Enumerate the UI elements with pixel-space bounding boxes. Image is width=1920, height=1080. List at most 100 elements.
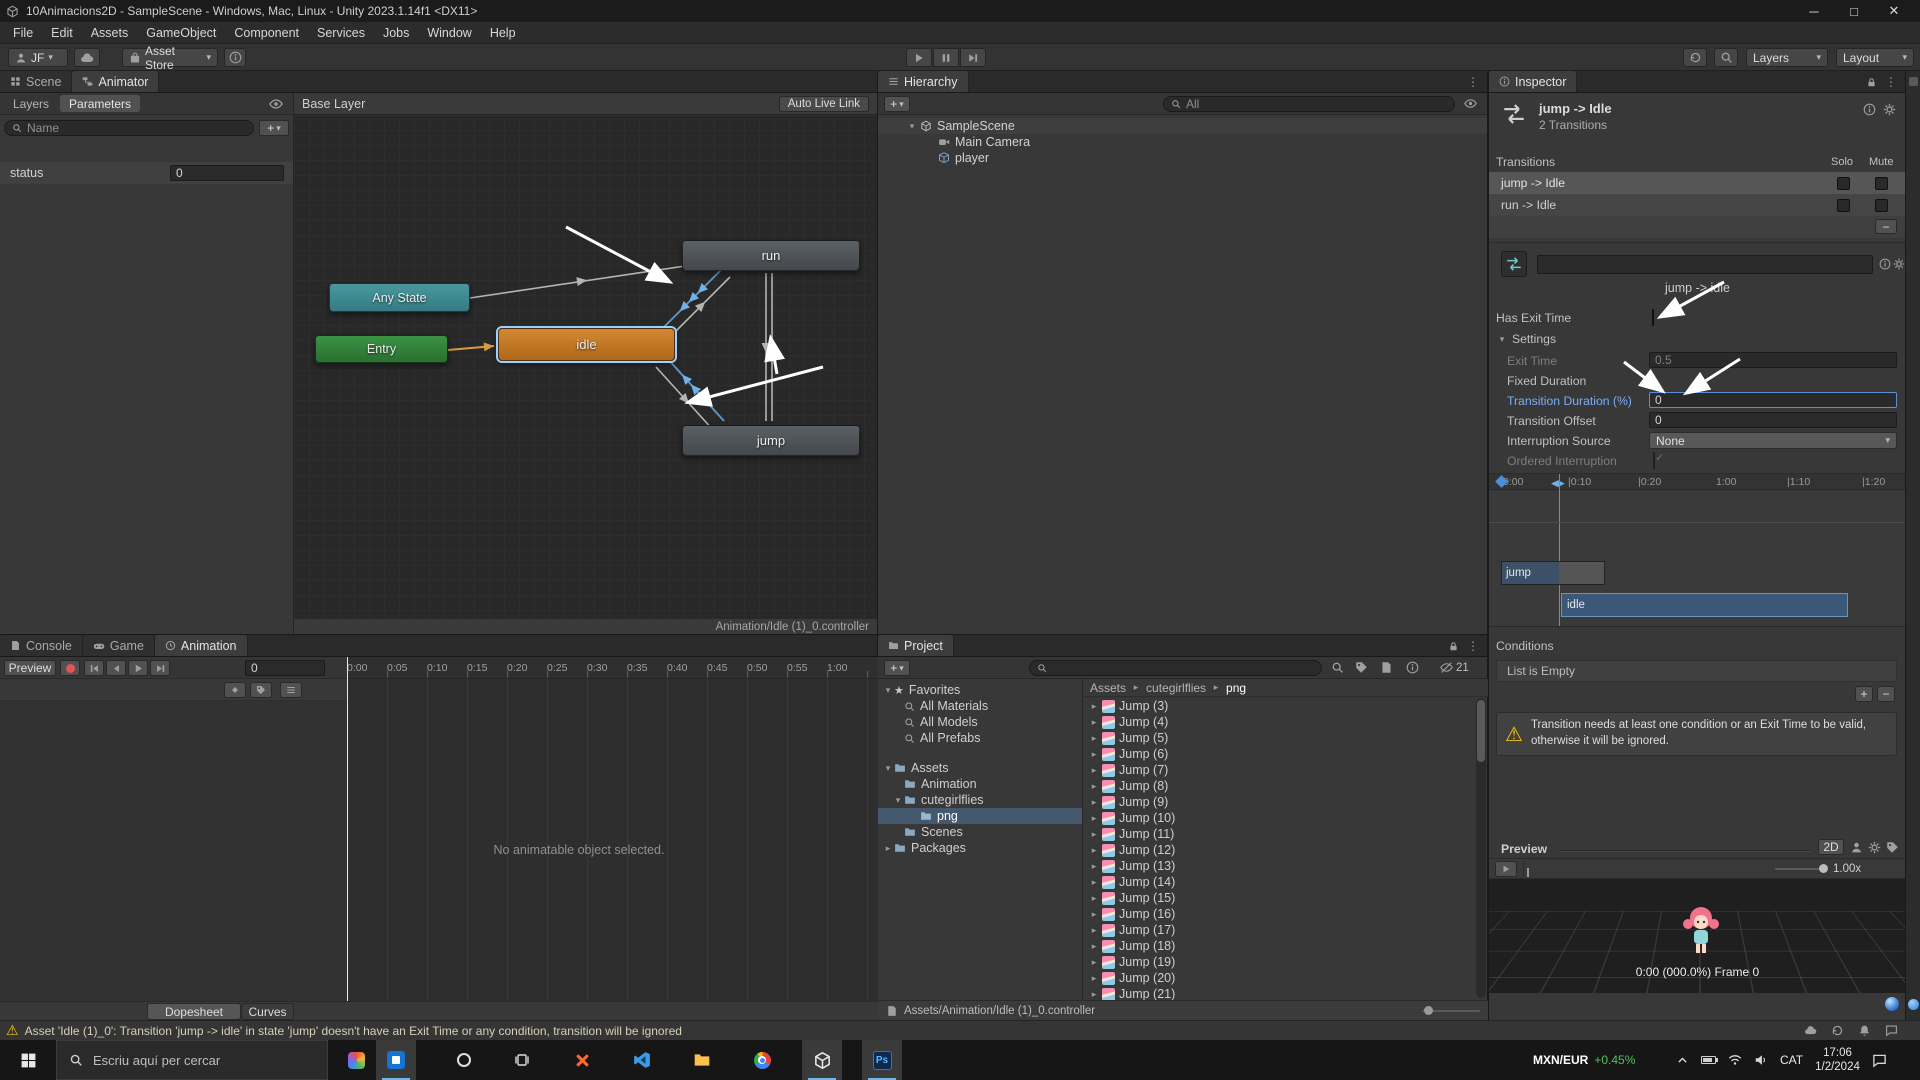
filter-curves-button[interactable] bbox=[280, 682, 302, 698]
breadcrumb-root[interactable]: Assets bbox=[1090, 681, 1126, 695]
tab-game[interactable]: Game bbox=[83, 635, 155, 656]
next-key-button[interactable] bbox=[150, 660, 170, 676]
tree-item-scenes[interactable]: Scenes bbox=[878, 824, 1082, 840]
expander-icon[interactable]: ▸ bbox=[1088, 733, 1100, 744]
refresh-icon[interactable] bbox=[1831, 1024, 1844, 1037]
project-search-input[interactable] bbox=[1029, 660, 1322, 676]
avatar-icon[interactable] bbox=[1850, 841, 1863, 854]
menu-item[interactable]: GameObject bbox=[137, 26, 225, 40]
expander-icon[interactable]: ▸ bbox=[1088, 765, 1100, 776]
close-button[interactable]: ✕ bbox=[1874, 0, 1914, 22]
slider-handle[interactable] bbox=[1819, 864, 1828, 873]
expander-icon[interactable]: ▸ bbox=[1088, 877, 1100, 888]
layers-dropdown[interactable]: Layers▾ bbox=[1746, 48, 1828, 67]
asset-item[interactable]: ▸ Jump (19) bbox=[1084, 954, 1472, 970]
pin-icon[interactable] bbox=[1886, 841, 1899, 854]
tab-inspector[interactable]: Inspector bbox=[1489, 71, 1577, 92]
has-exit-time-checkbox[interactable] bbox=[1652, 309, 1654, 326]
remove-transition-button[interactable]: − bbox=[1875, 219, 1897, 234]
add-keyframe-button[interactable] bbox=[224, 682, 246, 698]
mute-checkbox[interactable] bbox=[1875, 199, 1888, 212]
solo-checkbox[interactable] bbox=[1837, 177, 1850, 190]
preview-play-button[interactable] bbox=[1495, 861, 1517, 877]
preview-viewport[interactable]: 0:00 (000.0%) Frame 0 bbox=[1489, 879, 1906, 993]
breadcrumb-base-layer[interactable]: Base Layer bbox=[302, 97, 365, 111]
maximize-button[interactable]: □ bbox=[1834, 0, 1874, 22]
asset-item[interactable]: ▸ Jump (9) bbox=[1084, 794, 1472, 810]
transition-duration-field[interactable]: 0 bbox=[1649, 392, 1897, 408]
search-by-type-icon[interactable] bbox=[1331, 661, 1344, 674]
start-button[interactable] bbox=[0, 1040, 56, 1080]
asset-item[interactable]: ▸ Jump (4) bbox=[1084, 714, 1472, 730]
gear-icon[interactable] bbox=[1883, 103, 1896, 116]
state-node-jump[interactable]: jump bbox=[682, 425, 860, 456]
transition-row-selected[interactable]: jump -> Idle bbox=[1489, 172, 1906, 194]
first-frame-button[interactable] bbox=[84, 660, 104, 676]
speaker-icon[interactable] bbox=[1754, 1053, 1768, 1067]
taskbar-app-blue[interactable] bbox=[376, 1040, 416, 1080]
settings-foldout[interactable]: ▾ Settings bbox=[1496, 332, 1556, 346]
expander-icon[interactable]: ▸ bbox=[1088, 813, 1100, 824]
tree-item-assets[interactable]: ▾ Assets bbox=[878, 760, 1082, 776]
cloud-status-icon[interactable] bbox=[1804, 1024, 1817, 1037]
play-button[interactable] bbox=[906, 48, 932, 67]
expander-icon[interactable]: ▸ bbox=[1088, 925, 1100, 936]
expander-icon[interactable]: ▾ bbox=[906, 121, 918, 132]
hierarchy-item-player[interactable]: player bbox=[878, 150, 1487, 166]
slider-handle[interactable] bbox=[1424, 1006, 1433, 1015]
scrub-handle[interactable] bbox=[1527, 868, 1529, 877]
asset-item[interactable]: ▸ Jump (16) bbox=[1084, 906, 1472, 922]
asset-item[interactable]: ▸ Jump (12) bbox=[1084, 842, 1472, 858]
battery-icon[interactable] bbox=[1701, 1056, 1716, 1064]
animation-time-ruler[interactable]: 0:000:050:100:150:200:250:300:350:400:45… bbox=[347, 657, 878, 679]
remove-condition-button[interactable]: − bbox=[1877, 686, 1895, 702]
tree-item-cutegirlflies[interactable]: ▾ cutegirlflies bbox=[878, 792, 1082, 808]
taskbar-app-chrome[interactable] bbox=[742, 1040, 782, 1080]
expander-icon[interactable]: ▸ bbox=[1088, 957, 1100, 968]
add-parameter-button[interactable]: +▾ bbox=[259, 120, 289, 136]
asset-store-dropdown[interactable]: Asset Store▾ bbox=[122, 48, 218, 67]
global-search-button[interactable] bbox=[1714, 48, 1738, 67]
tree-item-favorite-search[interactable]: All Prefabs bbox=[878, 730, 1082, 746]
help-icon[interactable] bbox=[1879, 258, 1891, 270]
playhead-line[interactable] bbox=[1559, 474, 1560, 627]
undo-history-button[interactable] bbox=[1683, 48, 1707, 67]
dopesheet-tab[interactable]: Dopesheet bbox=[147, 1003, 241, 1020]
expander-icon[interactable]: ▸ bbox=[1088, 797, 1100, 808]
tree-item-favorites[interactable]: ▾ ★ Favorites bbox=[878, 682, 1082, 698]
menu-item[interactable]: Help bbox=[481, 26, 525, 40]
transition-offset-field[interactable]: 0 bbox=[1649, 412, 1897, 428]
taskbar-app-unity[interactable] bbox=[802, 1040, 842, 1080]
hierarchy-menu-icon[interactable]: ⋮ bbox=[1467, 75, 1479, 89]
info-icon[interactable] bbox=[1406, 661, 1419, 674]
preview-divider[interactable] bbox=[1559, 850, 1811, 851]
asset-item[interactable]: ▸ Jump (13) bbox=[1084, 858, 1472, 874]
hierarchy-item-main-camera[interactable]: Main Camera bbox=[878, 134, 1487, 150]
transition-timeline[interactable]: 0:00|0:10|0:201:00|1:10|1:20 ◀▶ jump idl… bbox=[1489, 473, 1906, 627]
expander-icon[interactable]: ▸ bbox=[1088, 941, 1100, 952]
console-status-icon[interactable] bbox=[1885, 1024, 1898, 1037]
add-condition-button[interactable]: + bbox=[1855, 686, 1873, 702]
taskbar-app-photoshop[interactable]: Ps bbox=[862, 1040, 902, 1080]
tab-animation[interactable]: Animation bbox=[155, 635, 248, 656]
status-bar[interactable]: ⚠ Asset 'Idle (1)_0': Transition 'jump -… bbox=[0, 1020, 1920, 1040]
thumbnail-size-slider[interactable] bbox=[1422, 1010, 1480, 1012]
record-button[interactable] bbox=[60, 660, 80, 676]
language-indicator[interactable]: CAT bbox=[1780, 1053, 1803, 1067]
timeline-bar-jump[interactable]: jump bbox=[1501, 561, 1605, 585]
wifi-icon[interactable] bbox=[1728, 1053, 1742, 1067]
state-node-idle[interactable]: idle bbox=[498, 328, 675, 361]
currency-ticker[interactable]: MXN/EUR +0.45% bbox=[1533, 1040, 1635, 1080]
auto-live-link-button[interactable]: Auto Live Link bbox=[779, 96, 869, 112]
taskbar-task-view[interactable] bbox=[502, 1040, 542, 1080]
parameter-search-input[interactable]: Name bbox=[4, 120, 254, 136]
inspector-menu-icon[interactable]: ⋮ bbox=[1885, 75, 1897, 89]
expander-icon[interactable]: ▸ bbox=[1088, 861, 1100, 872]
preview-toggle-button[interactable]: Preview bbox=[4, 660, 56, 676]
lock-icon[interactable] bbox=[1448, 641, 1459, 652]
account-dropdown[interactable]: JF▾ bbox=[8, 48, 68, 67]
asset-item[interactable]: ▸ Jump (15) bbox=[1084, 890, 1472, 906]
asset-item[interactable]: ▸ Jump (17) bbox=[1084, 922, 1472, 938]
expander-icon[interactable]: ▸ bbox=[1088, 845, 1100, 856]
play-animation-button[interactable] bbox=[128, 660, 148, 676]
